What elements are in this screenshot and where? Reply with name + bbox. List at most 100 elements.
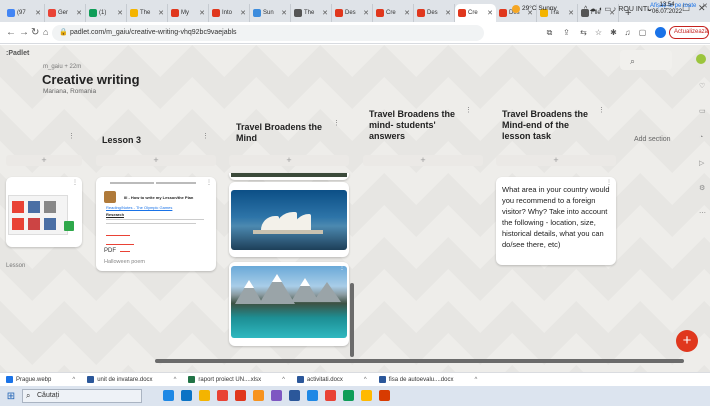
add-section-button[interactable]: Add section xyxy=(634,136,671,143)
media-icon[interactable]: ♫ xyxy=(623,28,632,37)
more-options-icon[interactable]: ⋯ xyxy=(699,209,706,217)
add-post-button[interactable]: + xyxy=(363,155,483,166)
add-post-button[interactable]: + xyxy=(229,155,349,166)
download-item[interactable]: fisa de autoevalu....docx ^ xyxy=(373,376,484,383)
back-icon[interactable]: ← xyxy=(6,27,16,38)
close-tab-icon[interactable]: ✕ xyxy=(568,9,574,17)
taskbar-app-icon[interactable] xyxy=(289,390,300,401)
profile-avatar[interactable] xyxy=(655,27,666,38)
post-menu-icon[interactable]: ⋮ xyxy=(339,264,345,271)
url-input[interactable]: 🔒 padlet.com/m_gaiu/creative-writing-vhq… xyxy=(52,25,484,41)
close-tab-icon[interactable]: ✕ xyxy=(199,9,205,17)
translate-icon[interactable]: ⇆ xyxy=(579,28,588,37)
column-scrollbar[interactable] xyxy=(350,283,354,357)
settings-gear-icon[interactable]: ⚙ xyxy=(699,184,705,192)
close-tab-icon[interactable]: ✕ xyxy=(281,9,287,17)
browser-tab[interactable]: My ✕ xyxy=(168,4,209,22)
update-button[interactable]: Actualizează xyxy=(669,26,709,39)
chevron-up-icon[interactable]: ^ xyxy=(72,377,75,383)
forward-icon[interactable]: → xyxy=(19,27,29,38)
reload-icon[interactable]: ↻ xyxy=(31,27,39,38)
taskbar-app-icon[interactable] xyxy=(307,390,318,401)
chevron-up-icon[interactable]: ^ xyxy=(282,377,285,383)
browser-tab[interactable]: The ✕ xyxy=(291,4,332,22)
notifications-icon[interactable]: ◔ xyxy=(699,134,703,141)
column-menu-icon[interactable]: ⋮ xyxy=(333,119,340,127)
post-card-image-opera-house[interactable]: ⋮ xyxy=(229,182,349,257)
close-tab-icon[interactable]: ✕ xyxy=(240,9,246,17)
add-post-button[interactable]: + xyxy=(496,155,616,166)
download-item[interactable]: activitati.docx ^ xyxy=(291,376,373,383)
chevron-up-icon[interactable]: ^ xyxy=(364,377,367,383)
board-search-box[interactable] xyxy=(620,50,672,70)
column-menu-icon[interactable]: ⋮ xyxy=(202,132,209,140)
extensions-icon[interactable]: ✱ xyxy=(609,28,618,37)
search-icon[interactable]: ⌕ xyxy=(630,56,635,67)
close-tab-icon[interactable]: ✕ xyxy=(158,9,164,17)
weather-text[interactable]: 29°C Sunny xyxy=(522,5,557,12)
browser-tab[interactable]: Cre ✕ xyxy=(373,4,414,22)
close-tab-icon[interactable]: ✕ xyxy=(76,9,82,17)
taskbar-app-icon[interactable] xyxy=(343,390,354,401)
taskbar-app-icon[interactable] xyxy=(163,390,174,401)
react-icon[interactable]: ♡ xyxy=(699,82,705,90)
add-post-fab-button[interactable]: + xyxy=(676,330,698,352)
column-menu-icon[interactable]: ⋮ xyxy=(598,106,605,114)
close-tab-icon[interactable]: ✕ xyxy=(322,9,328,17)
taskbar-search-input[interactable]: ⌕ Căutați xyxy=(22,389,142,403)
browser-tab[interactable]: Des ✕ xyxy=(332,4,373,22)
close-tab-icon[interactable]: ✕ xyxy=(445,9,451,17)
chevron-up-icon[interactable]: ^ xyxy=(474,377,477,383)
share-icon[interactable]: ⇪ xyxy=(562,28,571,37)
sidebar-icon[interactable]: ▢ xyxy=(638,28,647,37)
taskbar-app-icon[interactable] xyxy=(253,390,264,401)
taskbar-app-icon[interactable] xyxy=(217,390,228,401)
home-icon[interactable]: ⌂ xyxy=(43,27,48,37)
column-menu-icon[interactable]: ⋮ xyxy=(465,106,472,114)
browser-tab[interactable]: The ✕ xyxy=(127,4,168,22)
post-card-pdf[interactable]: ⋮ III - How to write my Lesson/the Plan … xyxy=(96,177,216,271)
browser-tab[interactable]: Into ✕ xyxy=(209,4,250,22)
user-avatar[interactable] xyxy=(696,54,706,64)
post-card-question[interactable]: What area in your country would you reco… xyxy=(496,177,616,265)
taskbar-app-icon[interactable] xyxy=(361,390,372,401)
browser-tab[interactable]: Ger ✕ xyxy=(45,4,86,22)
add-post-button[interactable]: + xyxy=(96,155,216,166)
comment-icon[interactable]: ▭ xyxy=(699,107,706,115)
close-downloads-icon[interactable]: ✕ xyxy=(702,2,708,10)
close-tab-icon[interactable]: ✕ xyxy=(404,9,410,17)
browser-tab[interactable]: (97 ✕ xyxy=(4,4,45,22)
post-card-image-mountain-lake[interactable]: ⋮ xyxy=(229,262,349,346)
taskbar-app-icon[interactable] xyxy=(271,390,282,401)
post-card-partial[interactable] xyxy=(229,173,349,180)
close-tab-icon[interactable]: ✕ xyxy=(117,9,123,17)
language-indicator[interactable]: ROU INTL xyxy=(618,6,651,13)
post-menu-icon[interactable]: ⋮ xyxy=(339,184,345,191)
taskbar-app-icon[interactable] xyxy=(235,390,246,401)
system-tray[interactable]: ^ ☁ ◖ ▭ ♪ ROU INTL xyxy=(584,5,651,13)
download-item[interactable]: unit de invatare.docx ^ xyxy=(81,376,182,383)
post-card-worksheet[interactable]: ⋮ xyxy=(6,177,82,247)
post-menu-icon[interactable]: ⋮ xyxy=(206,179,212,186)
windows-start-icon[interactable]: ⊞ xyxy=(0,391,22,402)
play-icon[interactable]: ▷ xyxy=(699,159,704,167)
taskbar-app-icon[interactable] xyxy=(181,390,192,401)
install-app-icon[interactable]: ⧉ xyxy=(545,28,554,37)
browser-tab[interactable]: Des ✕ xyxy=(414,4,455,22)
close-tab-icon[interactable]: ✕ xyxy=(35,9,41,17)
download-item[interactable]: raport proiect UN....xlsx ^ xyxy=(182,376,291,383)
download-item[interactable]: Prague.webp ^ xyxy=(0,376,81,383)
chevron-up-icon[interactable]: ^ xyxy=(174,377,177,383)
close-tab-icon[interactable]: ✕ xyxy=(487,9,493,17)
browser-tab[interactable]: Sun ✕ xyxy=(250,4,291,22)
taskbar-app-icon[interactable] xyxy=(379,390,390,401)
browser-tab[interactable]: Cre ✕ xyxy=(455,4,496,22)
horizontal-scrollbar[interactable] xyxy=(155,359,684,363)
browser-tab[interactable]: (1) ✕ xyxy=(86,4,127,22)
taskbar-app-icon[interactable] xyxy=(325,390,336,401)
taskbar-app-icon[interactable] xyxy=(199,390,210,401)
add-post-button[interactable]: + xyxy=(6,155,82,166)
clock[interactable]: 13:54 06.07.2022 xyxy=(652,2,682,16)
close-tab-icon[interactable]: ✕ xyxy=(363,9,369,17)
padlet-logo[interactable]: :Padlet xyxy=(6,50,29,57)
